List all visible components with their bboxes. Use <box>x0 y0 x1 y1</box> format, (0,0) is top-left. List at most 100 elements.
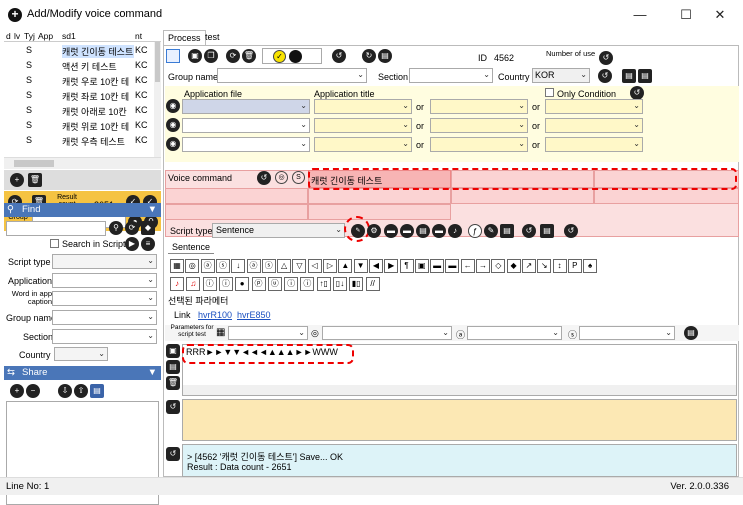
note-area[interactable] <box>182 399 737 441</box>
reload-icon[interactable]: ⟳ <box>226 49 240 63</box>
sentence-tab[interactable]: Sentence <box>168 241 215 254</box>
app-title-select-2[interactable]: ⌄ <box>430 118 528 133</box>
script-type-main-select[interactable]: Sentence ⌄ <box>212 223 345 238</box>
log-link-icon[interactable]: ↺ <box>166 447 180 461</box>
palette-btn-23[interactable]: ↗ <box>521 259 536 273</box>
voice-cell-6[interactable] <box>451 188 594 204</box>
palette-btn-18[interactable]: ▬ <box>445 259 460 273</box>
minimize-button[interactable]: — <box>617 5 663 25</box>
export-icon[interactable]: ▤ <box>378 49 392 63</box>
palette-btn-8[interactable]: ▽ <box>292 259 307 273</box>
run-test-icon[interactable]: ▤ <box>684 326 698 340</box>
grid-vscroll[interactable] <box>154 42 161 157</box>
find-input[interactable] <box>6 221 106 236</box>
app-title-select-2[interactable]: ⌄ <box>430 99 528 114</box>
editor-copy-icon[interactable]: ▤ <box>166 360 180 374</box>
palette2-btn-6[interactable]: ⓤ <box>267 277 282 291</box>
link-hvr-r100[interactable]: hvrR100 <box>198 310 232 320</box>
table-row[interactable]: S 캐럿 아래로 10칸 KC <box>4 103 154 118</box>
col-lv[interactable]: lv <box>14 31 20 41</box>
palette2-btn-2[interactable]: ⓘ <box>202 277 217 291</box>
palette-btn-14[interactable]: ▶ <box>384 259 399 273</box>
delete-record-icon[interactable]: 🗑 <box>242 49 256 63</box>
app-file-select[interactable]: ⌄ <box>182 118 310 133</box>
palette-btn-6[interactable]: ⓢ <box>261 259 276 273</box>
tab-test[interactable]: test <box>201 30 224 45</box>
search-in-script-checkbox[interactable] <box>50 239 59 248</box>
palette-btn-27[interactable]: ♠ <box>583 259 598 273</box>
find-option-icon[interactable]: ≡ <box>141 237 155 251</box>
palette-btn-17[interactable]: ▬ <box>430 259 445 273</box>
note-link-icon[interactable]: ↺ <box>166 400 180 414</box>
palette-btn-2[interactable]: ⓐ <box>200 259 215 273</box>
word-caption-select[interactable]: ⌄ <box>52 291 157 306</box>
share-export-icon[interactable]: ▤ <box>90 384 104 398</box>
col-type[interactable]: Tyj <box>24 31 35 41</box>
palette-btn-7[interactable]: △ <box>277 259 292 273</box>
script-tool-4-icon[interactable]: ▤ <box>416 224 430 238</box>
palette-btn-12[interactable]: ▼ <box>353 259 368 273</box>
palette-btn-10[interactable]: ▷ <box>323 259 337 273</box>
editor-save-icon[interactable]: ▣ <box>166 344 180 358</box>
condition-link-icon[interactable]: ↺ <box>630 86 644 100</box>
find-header[interactable]: ⚲ Find ▼ <box>4 203 161 217</box>
find-reset-icon[interactable]: ⟳ <box>125 221 139 235</box>
table-row[interactable]: S 캐럿 우로 10칸 테 KC <box>4 73 154 88</box>
close-button[interactable]: ✕ <box>697 5 743 25</box>
script-tool-3-icon[interactable]: ▬ <box>400 224 414 238</box>
app-title-select-3[interactable]: ⌄ <box>545 137 643 152</box>
copy-icon[interactable]: ❐ <box>204 49 218 63</box>
palette2-btn-5[interactable]: ⓟ <box>251 277 266 291</box>
palette2-btn-11[interactable]: ▮▯ <box>349 277 364 291</box>
palette-btn-19[interactable]: ← <box>460 259 475 273</box>
share-download-icon[interactable]: ⇩ <box>58 384 72 398</box>
script-type-select[interactable]: ⌄ <box>52 254 157 269</box>
voice-link-icon[interactable]: ↺ <box>257 171 271 185</box>
share-upload-icon[interactable]: ⇧ <box>74 384 88 398</box>
param-select-3[interactable]: ⌄ <box>467 326 562 340</box>
group-name-select[interactable]: ⌄ <box>217 68 367 83</box>
col-sd1[interactable]: sd1 <box>62 31 76 41</box>
application-select[interactable]: ⌄ <box>52 273 157 288</box>
stop-icon[interactable] <box>289 50 302 63</box>
app-title-select-1[interactable]: ⌄ <box>314 118 412 133</box>
param-select-1[interactable]: ⌄ <box>228 326 308 340</box>
palette2-btn-7[interactable]: ⓘ <box>284 277 299 291</box>
group-name-filter-select[interactable]: ⌄ <box>52 310 157 325</box>
voice-cell-7[interactable] <box>594 188 739 204</box>
palette-btn-21[interactable]: ◇ <box>491 259 506 273</box>
find-search-icon[interactable]: ⚲ <box>109 221 123 235</box>
ok-icon[interactable]: ✓ <box>273 50 286 63</box>
palette2-btn-3[interactable]: ⓘ <box>218 277 233 291</box>
share-collapse-icon[interactable]: ▼ <box>148 367 157 378</box>
table-row[interactable]: S 액션 키 테스트 KC <box>4 58 154 73</box>
voice-cell-9[interactable] <box>308 204 451 220</box>
script-tool-9-icon[interactable]: ▤ <box>540 224 554 238</box>
share-header[interactable]: ⇆ Share ▼ <box>4 366 161 380</box>
script-tool-8-icon[interactable]: ▤ <box>500 224 514 238</box>
app-title-select-2[interactable]: ⌄ <box>430 137 528 152</box>
palette2-btn-10[interactable]: ▯↓ <box>333 277 347 291</box>
table-row[interactable]: S 캐럿 위로 10칸 테 KC <box>4 118 154 133</box>
palette-btn-24[interactable]: ↘ <box>537 259 552 273</box>
section-filter-select[interactable]: ⌄ <box>52 329 157 344</box>
reset-count-icon[interactable]: ↺ <box>599 51 613 65</box>
delete-icon[interactable]: 🗑 <box>28 173 42 187</box>
editor-delete-icon[interactable]: 🗑 <box>166 376 180 390</box>
import-icon[interactable]: ↻ <box>362 49 376 63</box>
palette-btn-9[interactable]: ◁ <box>307 259 322 273</box>
app-file-select[interactable]: ⌄ <box>182 137 310 152</box>
table-row[interactable]: S 캐럿 긴이동 테스트 KC <box>4 43 154 58</box>
palette-btn-4[interactable]: ↓ <box>231 259 246 273</box>
app-file-select[interactable]: ⌄ <box>182 99 310 114</box>
save-icon[interactable]: ▣ <box>188 49 202 63</box>
country-link-icon[interactable]: ↺ <box>598 69 612 83</box>
collapse-icon[interactable]: ▼ <box>148 204 157 215</box>
palette2-btn-9[interactable]: ↑▯ <box>316 277 331 291</box>
section-select[interactable]: ⌄ <box>409 68 493 83</box>
table-row[interactable]: S 캐럿 좌로 10칸 테 KC <box>4 88 154 103</box>
share-add-icon[interactable]: + <box>10 384 24 398</box>
voice-cell-8[interactable] <box>165 204 308 220</box>
palette2-btn-4[interactable]: ● <box>235 277 250 291</box>
app-title-select-1[interactable]: ⌄ <box>314 137 412 152</box>
